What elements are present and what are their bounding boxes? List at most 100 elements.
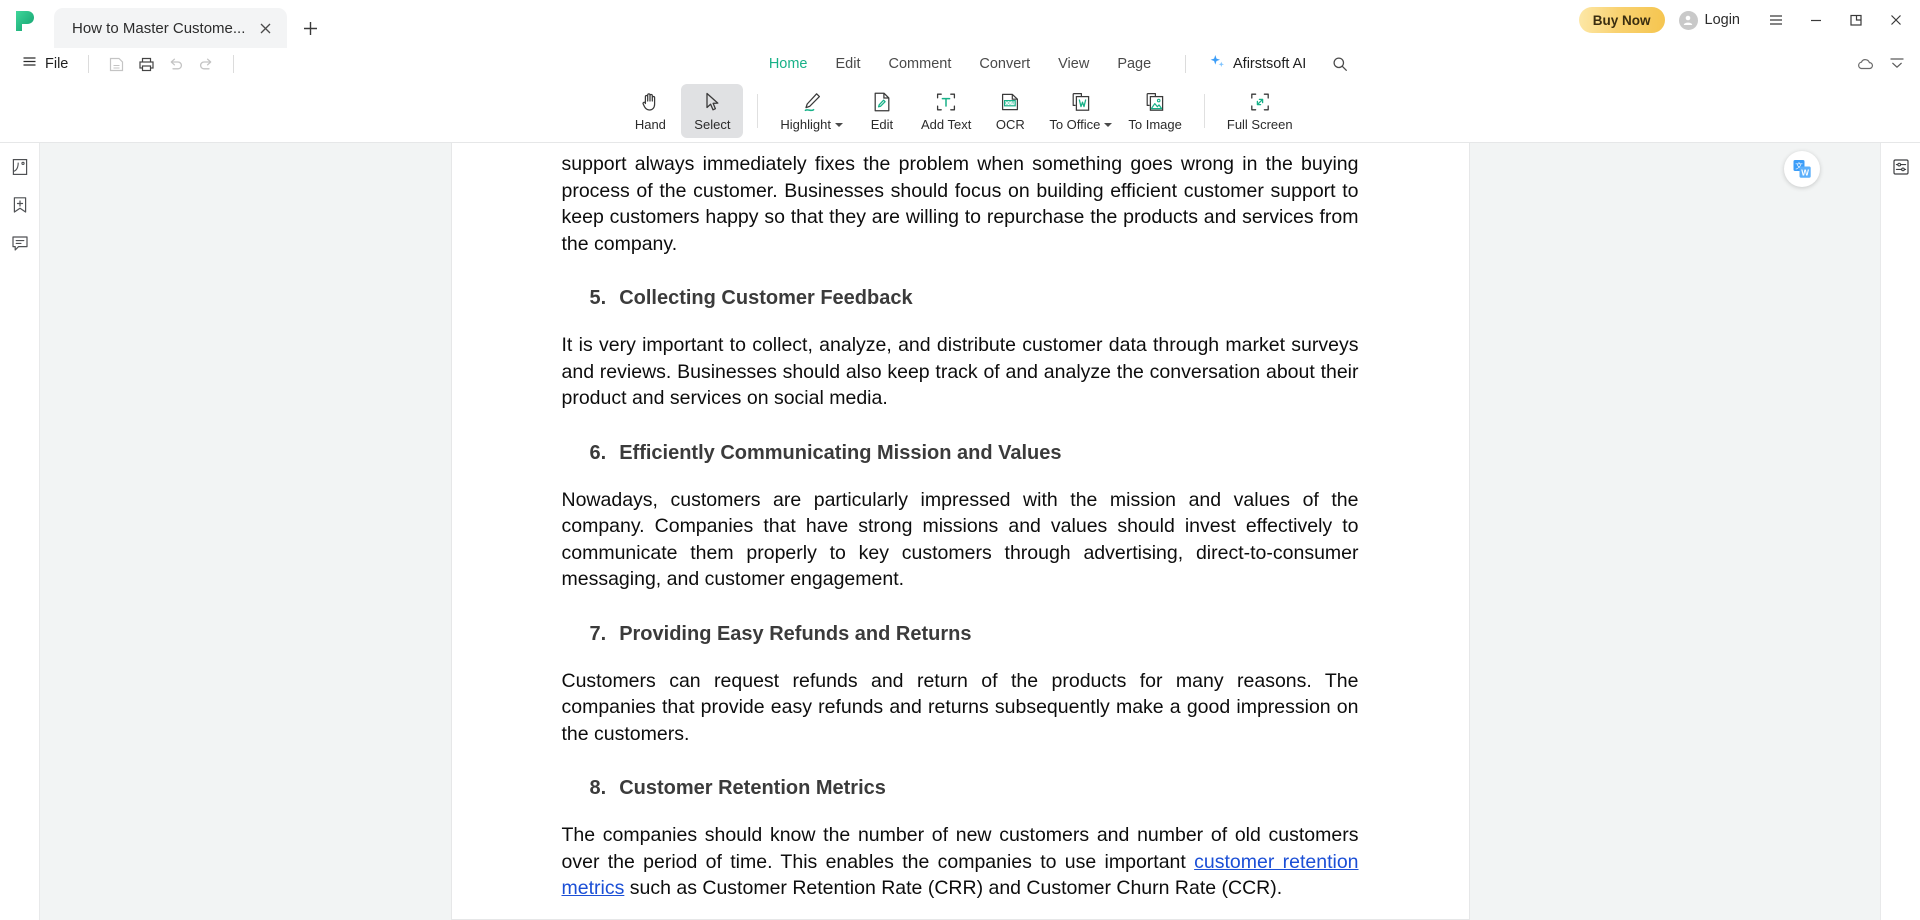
highlight-label-text: Highlight [780, 117, 831, 132]
file-menu-button[interactable]: File [14, 51, 76, 77]
collapse-ribbon-icon[interactable] [1882, 51, 1912, 77]
section-number: 8. [589, 777, 607, 799]
paragraph: It is very important to collect, analyze… [561, 334, 1359, 409]
menu-bar: File Home Edit Comment Convert View Page [0, 48, 1920, 80]
section-number: 6. [589, 441, 607, 464]
paragraph: Customers can request refunds and return… [561, 669, 1359, 745]
ai-group: Afirstsoft AI [1185, 48, 1355, 80]
properties-panel-icon[interactable] [1887, 153, 1915, 181]
svg-text:OCR: OCR [1006, 101, 1015, 106]
close-icon[interactable] [255, 18, 275, 38]
to-office-icon [1069, 90, 1093, 114]
document-viewport[interactable]: support always immediately fixes the pro… [40, 143, 1880, 920]
comment-list-icon[interactable] [6, 229, 34, 257]
to-image-label: To Image [1128, 117, 1182, 132]
section-heading: 6. Efficiently Communicating Mission and … [590, 442, 1359, 465]
tab-page[interactable]: Page [1103, 52, 1165, 76]
section-number: 5. [589, 287, 607, 309]
translate-to-word-icon[interactable]: 文 W [1784, 151, 1820, 187]
add-text-icon [934, 90, 958, 114]
workspace: support always immediately fixes the pro… [0, 143, 1920, 920]
app-logo [0, 0, 48, 48]
divider [757, 94, 759, 128]
avatar [1678, 10, 1698, 30]
left-sidebar [0, 143, 40, 920]
section-heading: 7. Providing Easy Refunds and Returns [590, 623, 1359, 646]
minimize-icon[interactable] [1796, 0, 1836, 40]
search-icon[interactable] [1325, 51, 1355, 77]
document-tab[interactable]: How to Master Custome... [54, 8, 288, 48]
divider [1203, 94, 1205, 128]
section-title: Providing Easy Refunds and Returns [619, 622, 972, 645]
afirstsoft-ai-label: Afirstsoft AI [1233, 56, 1307, 72]
chevron-down-icon[interactable] [1104, 122, 1113, 127]
to-image-icon [1143, 90, 1167, 114]
print-icon[interactable] [131, 51, 161, 77]
close-icon[interactable] [1876, 0, 1916, 40]
divider [88, 55, 90, 73]
edit-tool-button[interactable]: Edit [851, 84, 913, 138]
add-text-button[interactable]: Add Text [913, 84, 979, 138]
chevron-down-icon[interactable] [834, 122, 843, 127]
ribbon-tab-strip: Home Edit Comment Convert View Page [755, 52, 1165, 76]
hand-tool-button[interactable]: Hand [619, 84, 681, 138]
full-screen-icon [1248, 90, 1272, 114]
divider [233, 55, 235, 73]
cursor-select-icon [700, 90, 724, 114]
tab-view[interactable]: View [1044, 52, 1103, 76]
cloud-sync-icon[interactable] [1850, 51, 1880, 77]
buy-now-button[interactable]: Buy Now [1578, 7, 1665, 33]
tab-comment[interactable]: Comment [875, 52, 966, 76]
to-office-label: To Office [1049, 117, 1113, 132]
paragraph: support always immediately fixes the pro… [561, 153, 1359, 255]
section-heading: 5. Collecting Customer Feedback [590, 287, 1359, 310]
afirstsoft-ai-button[interactable]: Afirstsoft AI [1200, 50, 1315, 78]
ocr-icon: OCR [998, 90, 1022, 114]
full-screen-button[interactable]: Full Screen [1219, 84, 1301, 138]
undo-icon[interactable] [161, 51, 191, 77]
ocr-button[interactable]: OCR OCR [979, 84, 1041, 138]
ribbon-toolbar: Hand Select Highlight Edit Add Text OCR … [0, 80, 1920, 143]
save-icon[interactable] [101, 51, 131, 77]
login-label: Login [1704, 12, 1740, 28]
redo-icon[interactable] [191, 51, 221, 77]
section-title: Customer Retention Metrics [619, 777, 886, 799]
section-title: Collecting Customer Feedback [619, 287, 913, 309]
section-number: 7. [589, 622, 607, 645]
sparkle-icon [1209, 53, 1226, 75]
hand-icon [638, 90, 662, 114]
hamburger-menu-icon[interactable] [1756, 0, 1796, 40]
file-menu-label: File [45, 56, 69, 72]
bookmark-add-icon[interactable] [6, 191, 34, 219]
section-title: Efficiently Communicating Mission and Va… [619, 441, 1062, 464]
plus-icon[interactable] [293, 11, 327, 45]
section-heading: 8. Customer Retention Metrics [590, 777, 1359, 800]
login-button[interactable]: Login [1678, 10, 1740, 30]
svg-text:W: W [1801, 168, 1809, 177]
hamburger-icon [22, 54, 37, 74]
tab-home[interactable]: Home [755, 52, 822, 76]
tab-convert[interactable]: Convert [965, 52, 1044, 76]
page-thumbnails-icon[interactable] [6, 153, 34, 181]
edit-tool-label: Edit [870, 117, 894, 132]
edit-document-icon [870, 90, 894, 114]
menubar-right-controls [1850, 48, 1920, 80]
document-tab-title: How to Master Custome... [72, 19, 246, 37]
right-sidebar [1880, 143, 1920, 920]
pdf-page[interactable]: support always immediately fixes the pro… [450, 143, 1470, 920]
to-office-button[interactable]: To Office [1041, 84, 1120, 138]
tab-edit[interactable]: Edit [822, 52, 875, 76]
to-image-button[interactable]: To Image [1120, 84, 1189, 138]
add-text-label: Add Text [920, 117, 972, 132]
paragraph: Nowadays, customers are particularly imp… [561, 488, 1359, 591]
paragraph-with-link: The companies should know the number of … [562, 822, 1359, 902]
highlight-tool-button[interactable]: Highlight [772, 84, 851, 138]
paragraph-text-after: such as Customer Retention Rate (CRR) an… [624, 877, 1283, 899]
select-tool-button[interactable]: Select [681, 84, 744, 138]
window-controls: Buy Now Login [1578, 0, 1920, 40]
restore-icon[interactable] [1836, 0, 1876, 40]
